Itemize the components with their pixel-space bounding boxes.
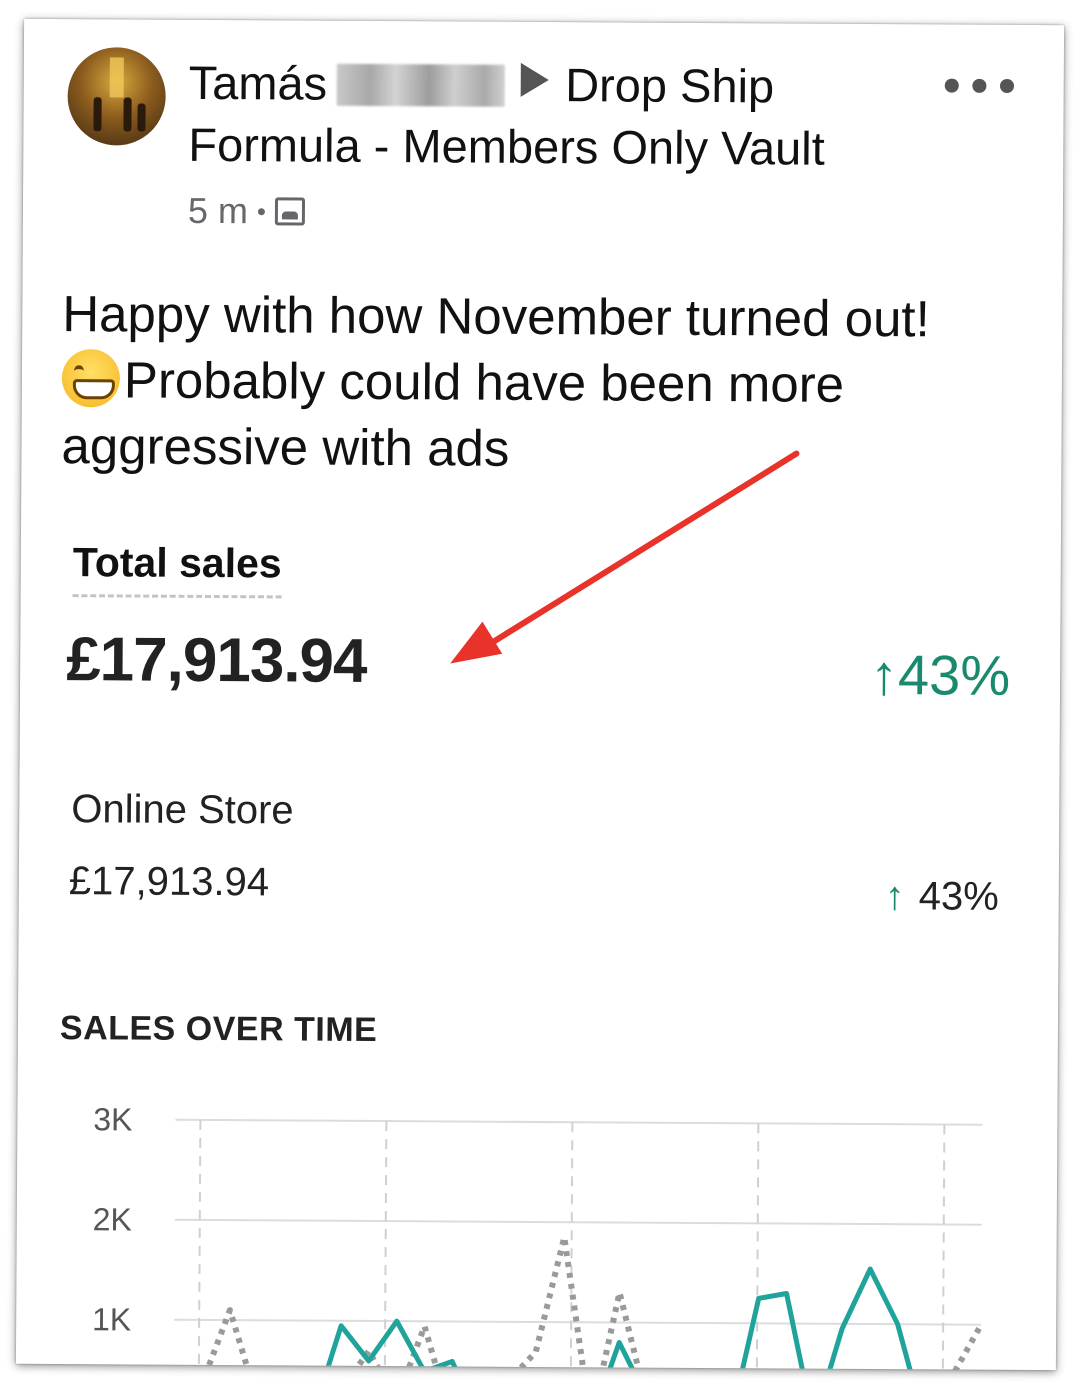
total-sales-change: ↑43% [870, 642, 1010, 708]
chart-vertical-gridline [197, 1119, 202, 1371]
post-meta: 5 m [188, 190, 306, 233]
chart-vertical-gridline [941, 1124, 946, 1371]
photo-audience-icon [274, 197, 306, 226]
online-store-label: Online Store [71, 787, 294, 833]
sales-over-time-title: SALES OVER TIME [59, 1009, 378, 1050]
total-sales-value: £17,913.94 [65, 625, 367, 696]
chart-y-tick-label: 2K [93, 1201, 132, 1237]
chart-gridline [174, 1218, 982, 1226]
online-store-value: £17,913.94 [68, 859, 270, 905]
chart-vertical-gridline [755, 1123, 760, 1371]
separator-dot [257, 207, 265, 215]
post-card: Tamás Drop Ship Formula - Members Only Va… [15, 18, 1065, 1371]
sales-over-time-chart: 3K 2K 1K [92, 1101, 984, 1371]
post-body: Happy with how November turned out! Prob… [61, 281, 1022, 485]
chart-vertical-gridline [569, 1122, 574, 1371]
post-time[interactable]: 5 m [188, 190, 248, 232]
chart-y-tick-label: 1K [92, 1301, 131, 1337]
more-options-icon[interactable]: ••• [939, 64, 1022, 111]
author-avatar[interactable] [67, 47, 166, 146]
grinning-face-emoji-icon [61, 349, 121, 408]
up-arrow-icon: ↑ [884, 874, 905, 919]
online-store-change-value: 43% [918, 874, 999, 919]
post-header: Tamás Drop Ship Formula - Members Only Va… [188, 52, 949, 181]
chart-series-previous-period [171, 1234, 984, 1371]
author-name[interactable]: Tamás [189, 56, 328, 110]
online-store-change: ↑ 43% [885, 874, 999, 920]
share-to-triangle-icon [521, 62, 550, 98]
total-sales-change-value: 43% [897, 643, 1011, 707]
post-text-line-3: aggressive with ads [61, 417, 510, 477]
blurred-surname [337, 63, 506, 107]
post-text-line-2: Probably could have been more [123, 351, 845, 413]
post-text-line-1: Happy with how November turned out! [62, 285, 930, 348]
chart-y-tick-label: 3K [93, 1101, 132, 1137]
total-sales-label[interactable]: Total sales [72, 539, 282, 599]
up-arrow-icon: ↑ [869, 643, 899, 707]
chart-gridline [175, 1118, 983, 1126]
